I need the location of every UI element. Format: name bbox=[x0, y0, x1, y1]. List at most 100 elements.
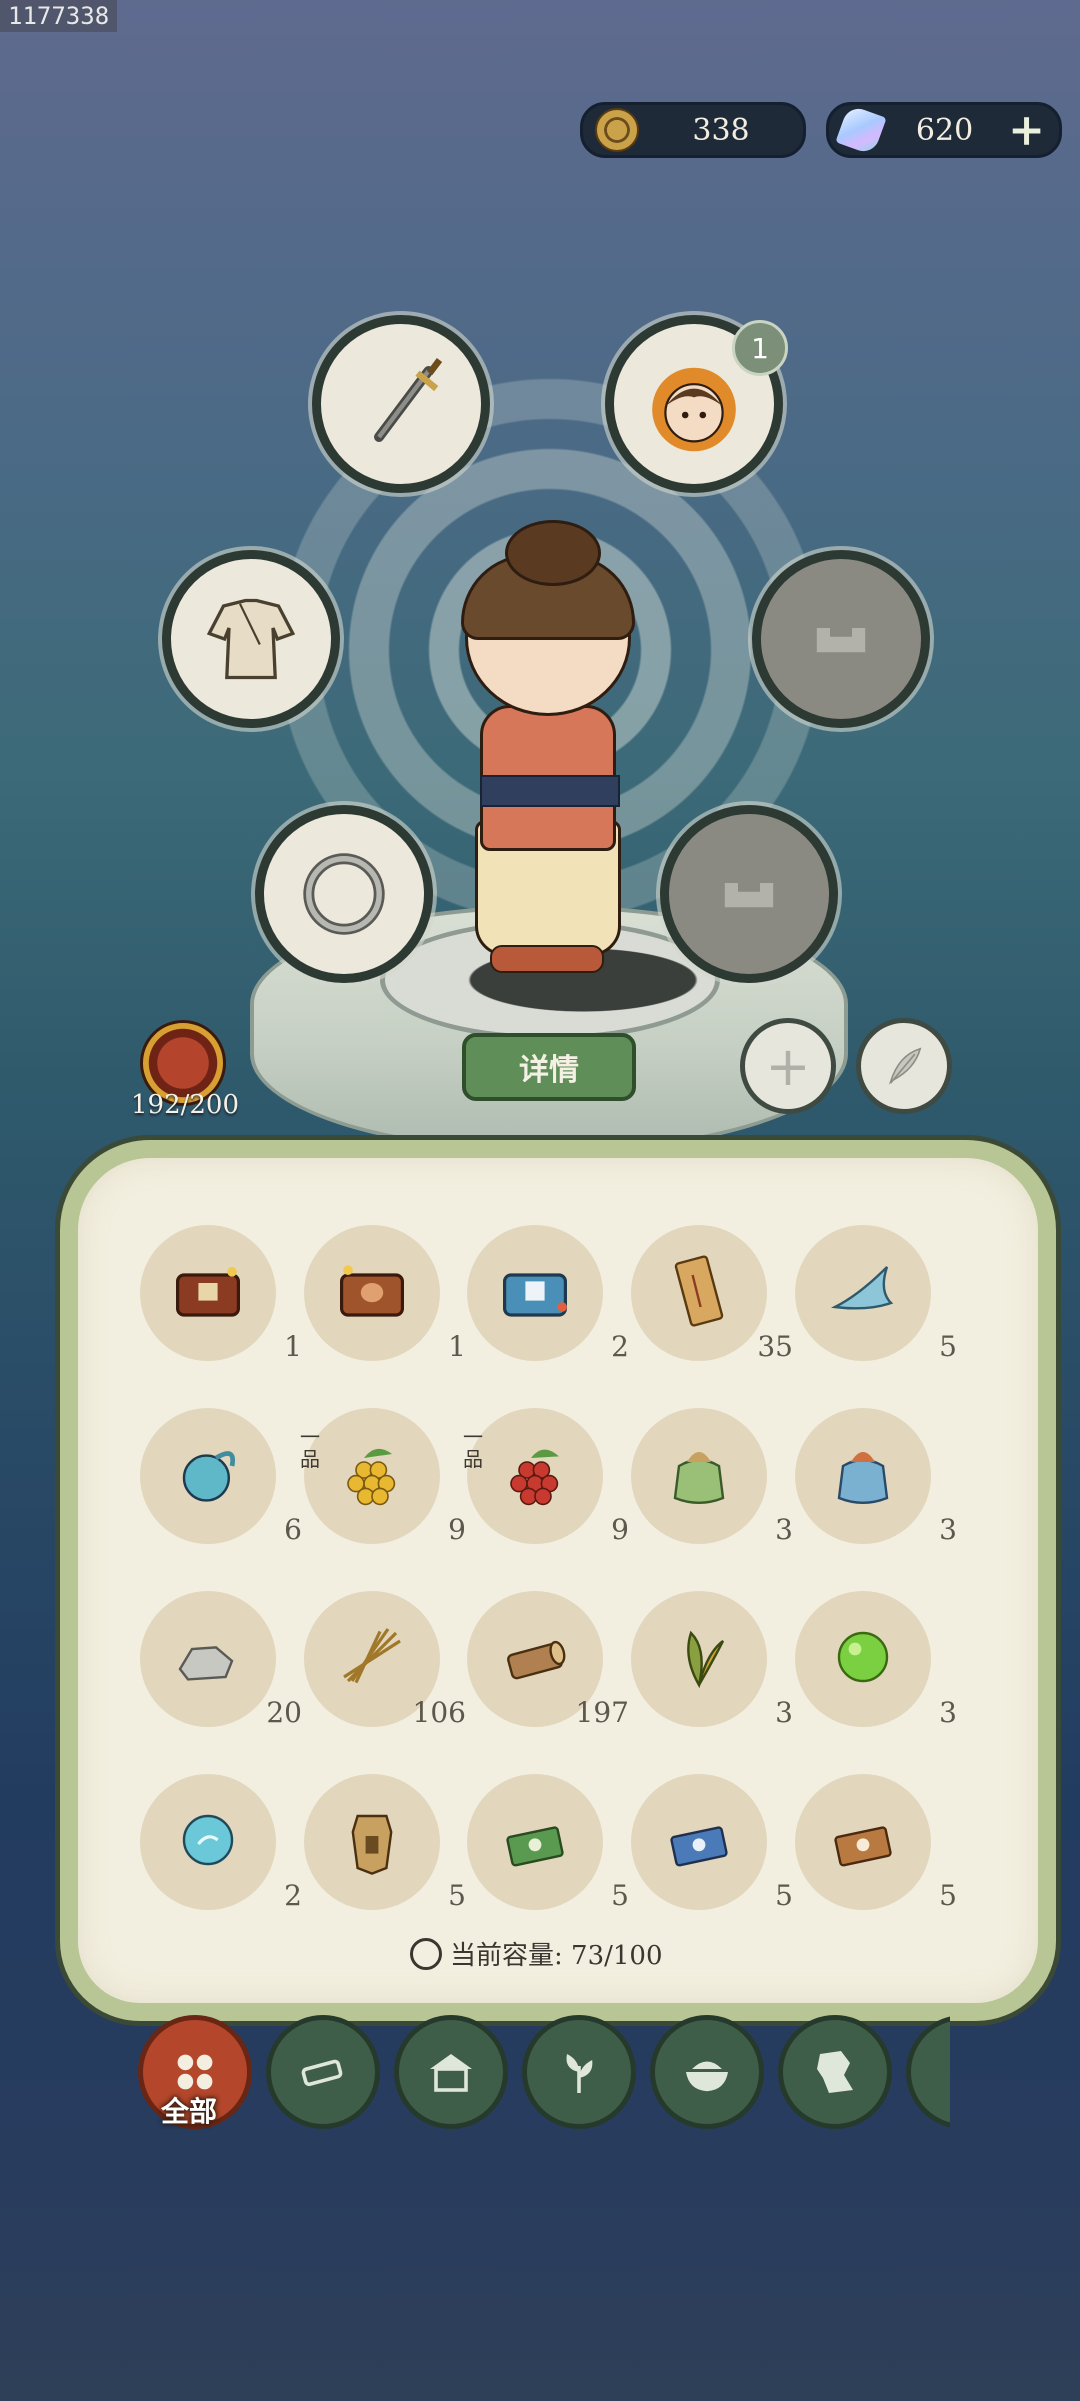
inventory-slot-green-book[interactable]: 5 bbox=[467, 1774, 629, 1914]
inventory-slot-blue-book[interactable]: 5 bbox=[631, 1774, 793, 1914]
armor-slot[interactable] bbox=[162, 550, 340, 728]
tab-all-label: 全部 bbox=[160, 2095, 217, 2128]
inventory-slot-blue-pouch[interactable]: 3 bbox=[795, 1408, 957, 1548]
tab-house[interactable] bbox=[394, 2015, 508, 2129]
item-count: 6 bbox=[284, 1513, 302, 1546]
inventory-slot-green-orb[interactable]: 3 bbox=[795, 1591, 957, 1731]
empty-slot-2[interactable] bbox=[660, 805, 838, 983]
item-count: 3 bbox=[939, 1513, 957, 1546]
ring-icon bbox=[303, 853, 385, 935]
inventory-slot-blue-orb[interactable]: 2 bbox=[140, 1774, 302, 1914]
tab-wood-log[interactable] bbox=[266, 2015, 380, 2129]
item-grade: 一品 bbox=[300, 1425, 320, 1471]
inventory-slot-flying-fish[interactable]: 5 bbox=[795, 1225, 957, 1365]
inventory-slot-herb-leaves[interactable]: 3 bbox=[631, 1591, 793, 1731]
house-icon bbox=[421, 2042, 481, 2102]
golden-berries-icon bbox=[347, 1448, 396, 1506]
inventory-slot-wood-log[interactable]: 197 bbox=[467, 1591, 629, 1731]
map-icon bbox=[805, 2042, 865, 2102]
feather-icon bbox=[888, 1047, 922, 1085]
green-pouch-icon bbox=[673, 1452, 725, 1504]
brown-book-icon bbox=[834, 1826, 892, 1867]
add-gems-button[interactable]: + bbox=[1008, 105, 1045, 156]
lock-slot-icon bbox=[816, 628, 866, 653]
gem-value: 620 bbox=[915, 112, 974, 148]
tab-sprout[interactable] bbox=[522, 2015, 636, 2129]
inventory-slot-golden-berries[interactable]: 一品 9 bbox=[300, 1408, 466, 1548]
details-button[interactable]: 详情 bbox=[462, 1033, 636, 1101]
tab-bowl[interactable] bbox=[650, 2015, 764, 2129]
inventory-slot-treasure-chest-red[interactable]: 1 bbox=[140, 1225, 302, 1365]
player-character[interactable] bbox=[455, 520, 635, 980]
sprout-icon bbox=[549, 2042, 609, 2102]
stone-icon bbox=[178, 1646, 234, 1681]
inventory-slot-hay-bundle[interactable]: 106 bbox=[304, 1591, 466, 1731]
inventory-slot-stone[interactable]: 20 bbox=[140, 1591, 302, 1731]
inventory-slot-red-berries[interactable]: 一品 9 bbox=[463, 1408, 629, 1548]
item-count: 5 bbox=[448, 1879, 466, 1912]
inventory-slot-scroll-paper[interactable]: 35 bbox=[631, 1225, 793, 1365]
item-count: 9 bbox=[448, 1513, 466, 1546]
item-count: 5 bbox=[775, 1879, 793, 1912]
item-count: 9 bbox=[611, 1513, 629, 1546]
coin-counter: 338 bbox=[580, 102, 806, 158]
inventory-slot-spirit-beetle[interactable]: 6 bbox=[140, 1408, 302, 1548]
blue-orb-icon bbox=[182, 1814, 234, 1866]
capacity-icon bbox=[410, 1937, 442, 1970]
bowl-icon bbox=[677, 2042, 737, 2102]
item-count: 3 bbox=[775, 1513, 793, 1546]
spirit-beetle-icon bbox=[182, 1451, 236, 1502]
herb-leaves-icon bbox=[687, 1630, 725, 1689]
green-orb-icon bbox=[837, 1631, 889, 1683]
robe-icon bbox=[206, 598, 296, 680]
companion-portrait-icon bbox=[652, 367, 736, 452]
inventory-slot-brown-book[interactable]: 5 bbox=[795, 1774, 957, 1914]
token-plaque-icon bbox=[351, 1814, 393, 1875]
companion-badge: 1 bbox=[732, 320, 788, 376]
plus-icon: + bbox=[765, 1034, 811, 1098]
gem-counter: 620 + bbox=[826, 102, 1062, 158]
add-button[interactable]: + bbox=[740, 1018, 836, 1114]
capacity-text: 当前容量: 73/100 bbox=[450, 1941, 663, 1971]
treasure-chest-red-icon bbox=[176, 1267, 240, 1317]
item-count: 197 bbox=[575, 1696, 629, 1729]
build-id-label: 1177338 bbox=[0, 0, 118, 32]
blue-book-icon bbox=[670, 1826, 728, 1867]
empty-slot-1[interactable] bbox=[752, 550, 930, 728]
item-count: 5 bbox=[611, 1879, 629, 1912]
capacity-indicator: 当前容量: 73/100 bbox=[410, 1935, 663, 1972]
category-tabs: 全部 bbox=[130, 2010, 950, 2130]
item-count: 1 bbox=[284, 1330, 302, 1363]
red-berries-icon bbox=[510, 1449, 559, 1506]
item-count: 1 bbox=[448, 1330, 466, 1363]
gem-icon bbox=[835, 104, 887, 156]
item-count: 20 bbox=[266, 1696, 302, 1729]
item-count: 2 bbox=[284, 1879, 302, 1912]
scroll-paper-icon bbox=[674, 1255, 724, 1327]
inventory-slot-treasure-chest-blue[interactable]: 2 bbox=[467, 1225, 629, 1365]
tab-map[interactable] bbox=[778, 2015, 892, 2129]
inventory-slot-green-pouch[interactable]: 3 bbox=[631, 1408, 793, 1548]
weapon-slot[interactable] bbox=[312, 315, 490, 493]
treasure-chest-bag-icon bbox=[340, 1265, 404, 1317]
inventory-slot-token-plaque[interactable]: 5 bbox=[304, 1774, 466, 1914]
energy-value: 192/200 bbox=[130, 1090, 239, 1120]
item-count: 2 bbox=[611, 1330, 629, 1363]
item-count: 3 bbox=[775, 1696, 793, 1729]
companion-slot[interactable]: 1 bbox=[605, 315, 788, 493]
ring-slot[interactable] bbox=[255, 805, 433, 983]
item-count: 5 bbox=[939, 1330, 957, 1363]
item-count: 35 bbox=[757, 1330, 793, 1363]
feather-button[interactable] bbox=[856, 1018, 952, 1114]
item-count: 5 bbox=[939, 1879, 957, 1912]
coin-icon bbox=[595, 108, 639, 152]
inventory-slot-treasure-chest-bag[interactable]: 1 bbox=[304, 1225, 466, 1365]
item-count: 3 bbox=[939, 1696, 957, 1729]
treasure-chest-blue-icon bbox=[503, 1273, 567, 1317]
flying-fish-icon bbox=[830, 1266, 894, 1310]
scroll-icon bbox=[933, 2042, 950, 2102]
item-count: 106 bbox=[412, 1696, 466, 1729]
tab-scroll[interactable] bbox=[906, 2015, 950, 2129]
lock-slot-icon bbox=[724, 883, 774, 908]
green-book-icon bbox=[506, 1826, 564, 1867]
